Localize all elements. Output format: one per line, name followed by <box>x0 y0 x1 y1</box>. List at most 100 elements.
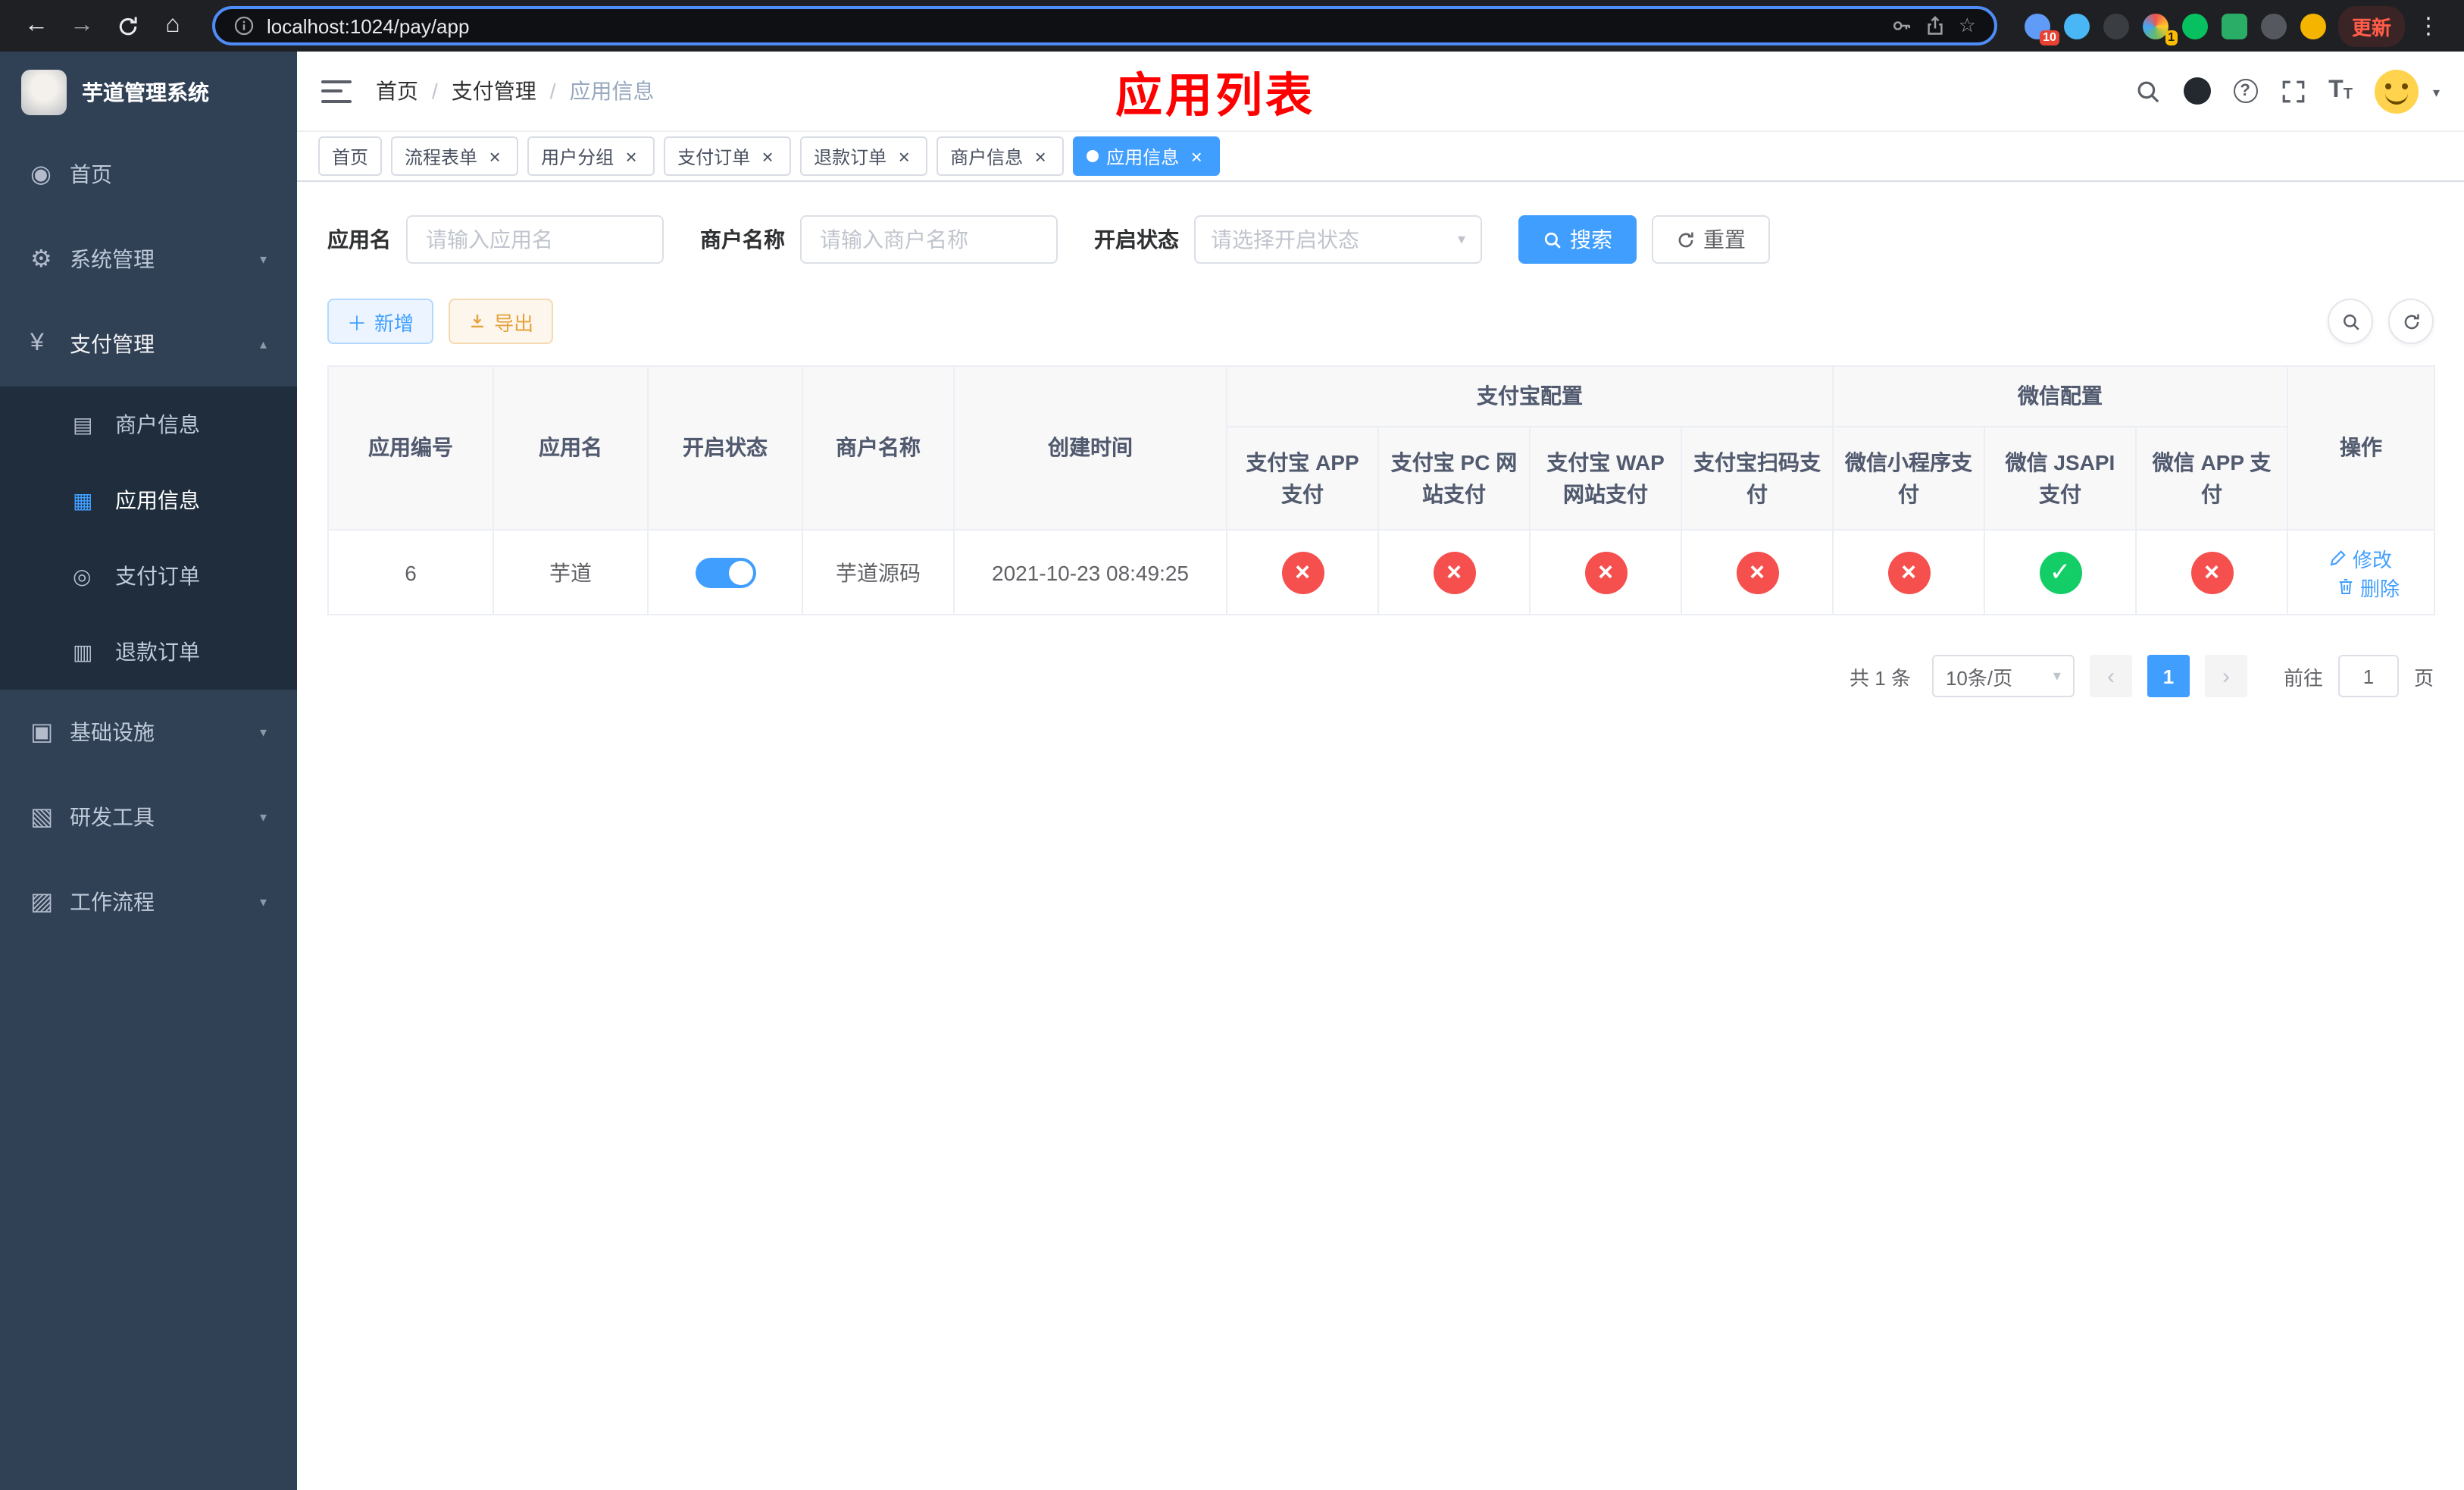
col-app-id: 应用编号 <box>327 365 494 531</box>
merchant-name-input[interactable] <box>800 215 1058 264</box>
reload-icon[interactable] <box>106 5 149 47</box>
forward-icon[interactable]: → <box>61 5 103 47</box>
browser-update-button[interactable]: 更新 <box>2337 5 2405 46</box>
toggle-search-button[interactable] <box>2328 299 2373 344</box>
page-content: 应用名 商户名称 开启状态 请选择开启状态 ▾ <box>297 182 2464 1490</box>
add-button[interactable]: ＋ 新增 <box>327 299 434 344</box>
extension-icon[interactable] <box>2260 13 2287 39</box>
total-count: 共 1 条 <box>1850 666 1911 689</box>
breadcrumb-payment[interactable]: 支付管理 <box>452 76 536 106</box>
sidebar-item-system[interactable]: ⚙ 系统管理 ▾ <box>0 217 297 302</box>
logo-image <box>21 69 67 114</box>
next-page-button[interactable]: › <box>2204 655 2247 697</box>
status-select[interactable]: 请选择开启状态 ▾ <box>1194 215 1482 264</box>
extension-icon[interactable] <box>2103 13 2129 39</box>
col-created: 创建时间 <box>953 365 1227 531</box>
help-icon[interactable]: ? <box>2233 79 2258 103</box>
main-panel: 首页 / 支付管理 / 应用信息 应用列表 ? TT ▾ 首页 流程表单 × 用… <box>297 52 2464 1490</box>
channel-status-icon: × <box>1736 551 1778 593</box>
user-avatar[interactable] <box>2375 69 2419 113</box>
close-icon[interactable]: × <box>621 146 641 166</box>
toolbox-icon: ▧ <box>30 805 54 831</box>
sidebar-item-devtools[interactable]: ▧ 研发工具 ▾ <box>0 775 297 859</box>
search-button[interactable]: 搜索 <box>1518 215 1637 264</box>
extension-icon[interactable]: 1 <box>2142 13 2178 45</box>
breadcrumb: 首页 / 支付管理 / 应用信息 <box>376 76 655 106</box>
tab-app-info[interactable]: 应用信息 × <box>1073 136 1221 176</box>
prev-page-button[interactable]: ‹ <box>2089 655 2132 697</box>
sidebar-item-infra[interactable]: ▣ 基础设施 ▾ <box>0 690 297 775</box>
tags-view: 首页 流程表单 × 用户分组 × 支付订单 × 退款订单 × 商户信息 × 应用… <box>297 132 2464 182</box>
cell-app-name: 芋道 <box>492 529 649 615</box>
sidebar-item-refund-order[interactable]: ▥ 退款订单 <box>0 614 297 690</box>
col-alipay-wap: 支付宝 WAP 网站支付 <box>1529 426 1682 531</box>
channel-status-icon: × <box>1281 551 1324 593</box>
pagination: 共 1 条 10条/页 ▾ ‹ 1 › 前往 页 <box>327 655 2434 697</box>
home-icon[interactable]: ⌂ <box>152 5 194 47</box>
payment-submenu: ▤ 商户信息 ▦ 应用信息 ◎ 支付订单 ▥ 退款订单 <box>0 387 297 690</box>
sidebar-item-app-info[interactable]: ▦ 应用信息 <box>0 462 297 538</box>
tab-home[interactable]: 首页 <box>318 136 383 176</box>
sidebar-item-pay-order[interactable]: ◎ 支付订单 <box>0 538 297 614</box>
tab-user-group[interactable]: 用户分组 × <box>527 136 655 176</box>
password-key-icon[interactable] <box>1892 15 1913 36</box>
goto-page-input[interactable] <box>2337 655 2399 697</box>
edit-link[interactable]: 修改 <box>2330 543 2392 572</box>
close-icon[interactable]: × <box>1187 146 1206 166</box>
font-size-icon[interactable]: TT <box>2328 78 2353 103</box>
sidebar-item-workflow[interactable]: ▨ 工作流程 ▾ <box>0 859 297 944</box>
close-icon[interactable]: × <box>894 146 914 166</box>
export-button[interactable]: 导出 <box>449 299 554 344</box>
status-label: 开启状态 <box>1094 227 1179 252</box>
extension-icon[interactable] <box>2063 13 2090 39</box>
extension-icon[interactable] <box>2181 13 2208 39</box>
tab-refund-order[interactable]: 退款订单 × <box>800 136 928 176</box>
share-icon[interactable] <box>1925 15 1946 36</box>
extension-icon[interactable] <box>2221 13 2247 39</box>
url-text[interactable]: localhost:1024/pay/app <box>267 14 1880 37</box>
site-info-icon[interactable] <box>233 15 255 36</box>
sidebar-item-merchant-info[interactable]: ▤ 商户信息 <box>0 387 297 462</box>
current-page-button[interactable]: 1 <box>2147 655 2190 697</box>
fullscreen-icon[interactable] <box>2280 78 2306 104</box>
status-toggle[interactable] <box>695 557 755 587</box>
sidebar-collapse-icon[interactable] <box>321 80 352 102</box>
sidebar-item-home[interactable]: ◉ 首页 <box>0 132 297 217</box>
group-alipay: 支付宝配置 <box>1226 365 1834 427</box>
breadcrumb-home[interactable]: 首页 <box>376 76 418 106</box>
search-icon[interactable] <box>2134 78 2160 104</box>
address-bar[interactable]: localhost:1024/pay/app ☆ <box>212 6 1997 45</box>
extension-icon[interactable]: 10 <box>2024 13 2059 45</box>
table-toolbar: ＋ 新增 导出 <box>327 299 2434 344</box>
col-alipay-pc: 支付宝 PC 网站支付 <box>1377 426 1531 531</box>
page-size-select[interactable]: 10条/页 ▾ <box>1931 655 2075 697</box>
plus-icon: ＋ <box>347 311 367 334</box>
col-app-name: 应用名 <box>492 365 649 531</box>
app-title: 芋道管理系统 <box>82 80 209 104</box>
tab-merchant-info[interactable]: 商户信息 × <box>937 136 1065 176</box>
col-alipay-app: 支付宝 APP 支付 <box>1226 426 1379 531</box>
github-icon[interactable] <box>2183 77 2211 105</box>
refresh-button[interactable] <box>2388 299 2434 344</box>
tab-process-form[interactable]: 流程表单 × <box>391 136 519 176</box>
sidebar-item-payment[interactable]: ¥ 支付管理 ▴ <box>0 302 297 387</box>
bookmark-star-icon[interactable]: ☆ <box>1959 14 1976 38</box>
close-icon[interactable]: × <box>485 146 505 166</box>
tab-pay-order[interactable]: 支付订单 × <box>664 136 792 176</box>
chevron-down-icon: ▾ <box>2432 84 2440 99</box>
browser-profile-avatar[interactable] <box>2300 13 2326 39</box>
screen: ← → ⌂ localhost:1024/pay/app ☆ 10 1 更新 ⋮… <box>0 0 2464 1490</box>
delete-link[interactable]: 删除 <box>2337 572 2400 601</box>
channel-status-icon: ✓ <box>2039 551 2081 593</box>
reset-button[interactable]: 重置 <box>1652 215 1770 264</box>
browser-menu-icon[interactable]: ⋮ <box>2408 12 2449 39</box>
header-actions: ? TT ▾ <box>2134 69 2440 113</box>
close-icon[interactable]: × <box>758 146 777 166</box>
sidebar-logo[interactable]: 芋道管理系统 <box>0 52 297 132</box>
col-wechat-app: 微信 APP 支付 <box>2135 426 2288 531</box>
back-icon[interactable]: ← <box>15 5 58 47</box>
chevron-down-icon: ▾ <box>259 894 267 909</box>
box-icon: ▨ <box>30 890 54 916</box>
close-icon[interactable]: × <box>1030 146 1050 166</box>
app-name-input[interactable] <box>406 215 664 264</box>
